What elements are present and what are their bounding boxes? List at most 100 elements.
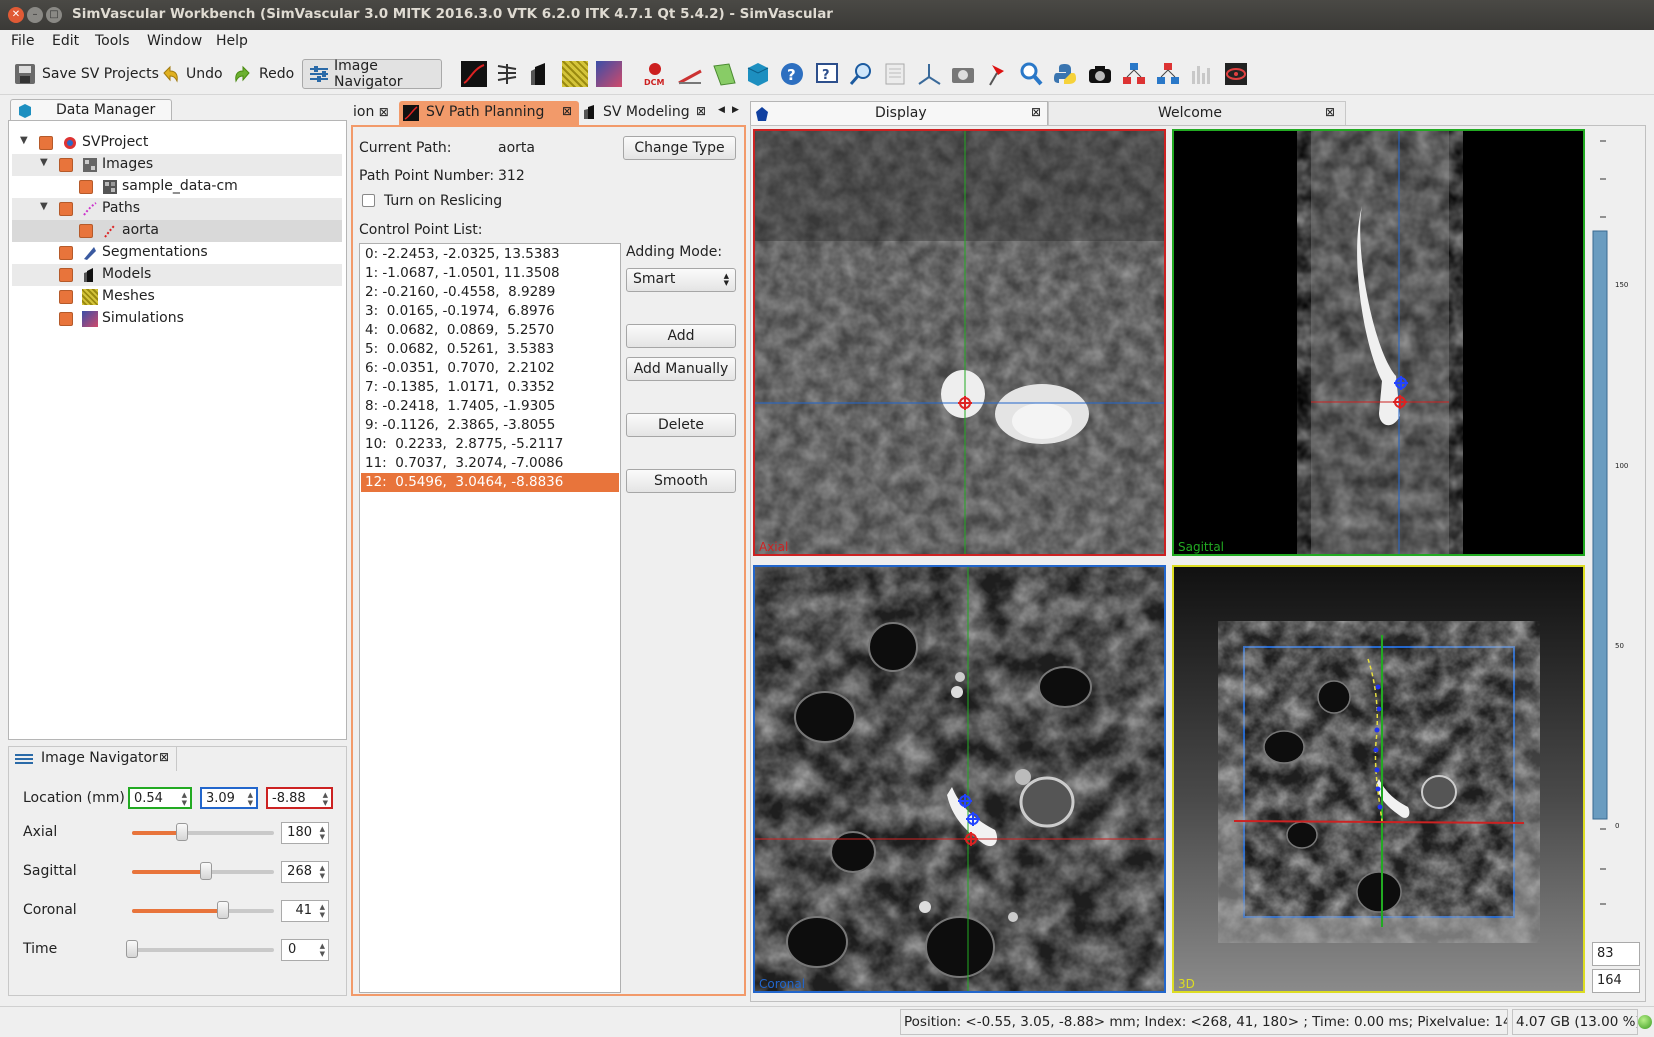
control-point-row[interactable]: 8: -0.2418, 1.7405, -1.9305 <box>361 397 619 416</box>
tree-item-aorta[interactable]: aorta <box>12 220 342 242</box>
smooth-button[interactable]: Smooth <box>626 469 736 493</box>
time-spinbox[interactable]: 0 ▲ ▼ <box>281 939 329 961</box>
menu-help[interactable]: Help <box>216 33 248 49</box>
location-z-input[interactable]: -8.88 ▲ ▼ <box>266 787 333 809</box>
control-point-row[interactable]: 11: 0.7037, 3.2074, -7.0086 <box>361 454 619 473</box>
data-manager-tab[interactable]: Data Manager <box>10 99 172 121</box>
level-input[interactable]: 83 <box>1592 942 1640 966</box>
save-projects-button[interactable]: Save SV Projects <box>14 59 159 89</box>
level-window-widget[interactable]: 150 100 50 0 <box>1590 129 1642 919</box>
spin-arrows-icon[interactable]: ▲ ▼ <box>320 942 325 958</box>
visibility-checkbox[interactable] <box>79 224 93 238</box>
simulation-icon[interactable] <box>596 61 622 87</box>
control-point-row[interactable]: 12: 0.5496, 3.0464, -8.8836 <box>361 473 619 492</box>
tab-scroll-left-icon[interactable]: ◀ <box>718 105 725 115</box>
tree-item-sample-data[interactable]: sample_data-cm <box>12 176 342 198</box>
control-point-row[interactable]: 4: 0.0682, 0.0869, 5.2570 <box>361 321 619 340</box>
help-icon[interactable]: ? <box>779 61 805 87</box>
pin-icon[interactable] <box>984 61 1010 87</box>
control-point-row[interactable]: 2: -0.2160, -0.4558, 8.9289 <box>361 283 619 302</box>
tree-item-simulations[interactable]: Simulations <box>12 308 342 330</box>
visibility-checkbox[interactable] <box>59 290 73 304</box>
menu-file[interactable]: File <box>11 33 34 49</box>
coronal-slider[interactable] <box>132 901 274 919</box>
measurement-icon[interactable] <box>677 61 703 87</box>
visibility-checkbox[interactable] <box>59 158 73 172</box>
spin-arrows-icon[interactable]: ▲ ▼ <box>320 864 325 880</box>
tab-display[interactable]: Display ⊠ <box>750 101 1048 125</box>
control-point-row[interactable]: 1: -1.0687, -1.0501, 11.3508 <box>361 264 619 283</box>
data-cube-icon[interactable] <box>745 61 771 87</box>
path-planning-icon[interactable] <box>461 61 487 87</box>
sagittal-view[interactable]: Sagittal <box>1172 129 1585 556</box>
close-tab-icon[interactable]: ⊠ <box>1325 105 1335 119</box>
tree-item-paths[interactable]: ▼ Paths <box>12 198 342 220</box>
add-manually-button[interactable]: Add Manually <box>626 357 736 381</box>
reslicing-checkbox[interactable] <box>362 194 375 207</box>
spin-arrows-icon[interactable]: ▲ ▼ <box>248 791 253 807</box>
visibility-checkbox[interactable] <box>79 180 93 194</box>
tree-item-images[interactable]: ▼ Images <box>12 154 342 176</box>
visibility-checkbox[interactable] <box>59 268 73 282</box>
location-x-input[interactable]: 0.54 ▲ ▼ <box>128 787 192 809</box>
axial-view[interactable]: Axial <box>753 129 1166 556</box>
slider-handle[interactable] <box>199 862 212 880</box>
tab-scroll-right-icon[interactable]: ▶ <box>732 105 739 115</box>
context-help-icon[interactable]: ? <box>814 61 840 87</box>
control-point-row[interactable]: 10: 0.2233, 2.8775, -5.2117 <box>361 435 619 454</box>
coronal-spinbox[interactable]: 41 ▲ ▼ <box>281 900 329 922</box>
control-point-row[interactable]: 0: -2.2453, -2.0325, 13.5383 <box>361 245 619 264</box>
add-button[interactable]: Add <box>626 324 736 348</box>
histogram-icon[interactable] <box>1189 61 1215 87</box>
modeling-icon[interactable] <box>527 61 553 87</box>
window-input[interactable]: 164 <box>1592 969 1640 993</box>
menu-edit[interactable]: Edit <box>52 33 79 49</box>
menu-window[interactable]: Window <box>147 33 202 49</box>
tab-sv-path-planning[interactable]: SV Path Planning ⊠ <box>399 101 579 125</box>
visibility-checkbox[interactable] <box>59 202 73 216</box>
menu-tools[interactable]: Tools <box>95 33 130 49</box>
tab-previous[interactable]: ion ⊠ <box>353 104 389 120</box>
visibility-checkbox[interactable] <box>59 246 73 260</box>
control-point-row[interactable]: 6: -0.0351, 0.7070, 2.2102 <box>361 359 619 378</box>
visibility-checkbox[interactable] <box>59 312 73 326</box>
network-icon[interactable] <box>1121 61 1147 87</box>
close-tab-icon[interactable]: ⊠ <box>379 105 389 119</box>
collapse-arrow-icon[interactable]: ▼ <box>40 201 48 212</box>
axial-slider[interactable] <box>132 823 274 841</box>
slider-handle[interactable] <box>126 940 138 958</box>
segmentation-icon[interactable] <box>494 61 520 87</box>
coronal-view[interactable]: Coronal <box>753 565 1166 993</box>
axes-icon[interactable] <box>916 61 942 87</box>
delete-button[interactable]: Delete <box>626 413 736 437</box>
tree-item-models[interactable]: Models <box>12 264 342 286</box>
tree-item-svproject[interactable]: ▼ SVProject <box>12 132 342 154</box>
screenshot-icon[interactable] <box>950 61 976 87</box>
slider-handle[interactable] <box>216 901 229 919</box>
spin-arrows-icon[interactable]: ▲ ▼ <box>320 825 325 841</box>
control-point-row[interactable]: 7: -0.1385, 1.0171, 0.3352 <box>361 378 619 397</box>
tree-item-segmentations[interactable]: Segmentations <box>12 242 342 264</box>
graph-icon[interactable] <box>1155 61 1181 87</box>
adding-mode-select[interactable]: Smart ▲ ▼ <box>626 268 736 292</box>
zoom-search-icon[interactable] <box>848 61 874 87</box>
properties-icon[interactable] <box>882 61 908 87</box>
close-tab-icon[interactable]: ⊠ <box>562 104 572 118</box>
sagittal-spinbox[interactable]: 268 ▲ ▼ <box>281 861 329 883</box>
undo-button[interactable]: Undo <box>160 59 223 89</box>
close-tab-icon[interactable]: ⊠ <box>159 750 169 764</box>
collapse-arrow-icon[interactable]: ▼ <box>20 135 28 146</box>
minimize-window-button[interactable]: – <box>27 7 43 23</box>
camera-icon[interactable] <box>1087 61 1113 87</box>
visibility-checkbox[interactable] <box>39 136 53 150</box>
dicom-icon[interactable]: DCM <box>642 61 668 87</box>
time-slider[interactable] <box>126 940 274 958</box>
maximize-window-button[interactable]: □ <box>46 7 62 23</box>
tab-sv-modeling[interactable]: SV Modeling ⊠ ◀ ▶ <box>583 101 739 125</box>
redo-button[interactable]: Redo <box>233 59 294 89</box>
python-icon[interactable] <box>1052 61 1078 87</box>
close-tab-icon[interactable]: ⊠ <box>1031 105 1041 119</box>
image-navigator-tab[interactable]: Image Navigator ⊠ <box>9 747 177 771</box>
close-tab-icon[interactable]: ⊠ <box>696 104 706 118</box>
location-y-input[interactable]: 3.09 ▲ ▼ <box>200 787 258 809</box>
